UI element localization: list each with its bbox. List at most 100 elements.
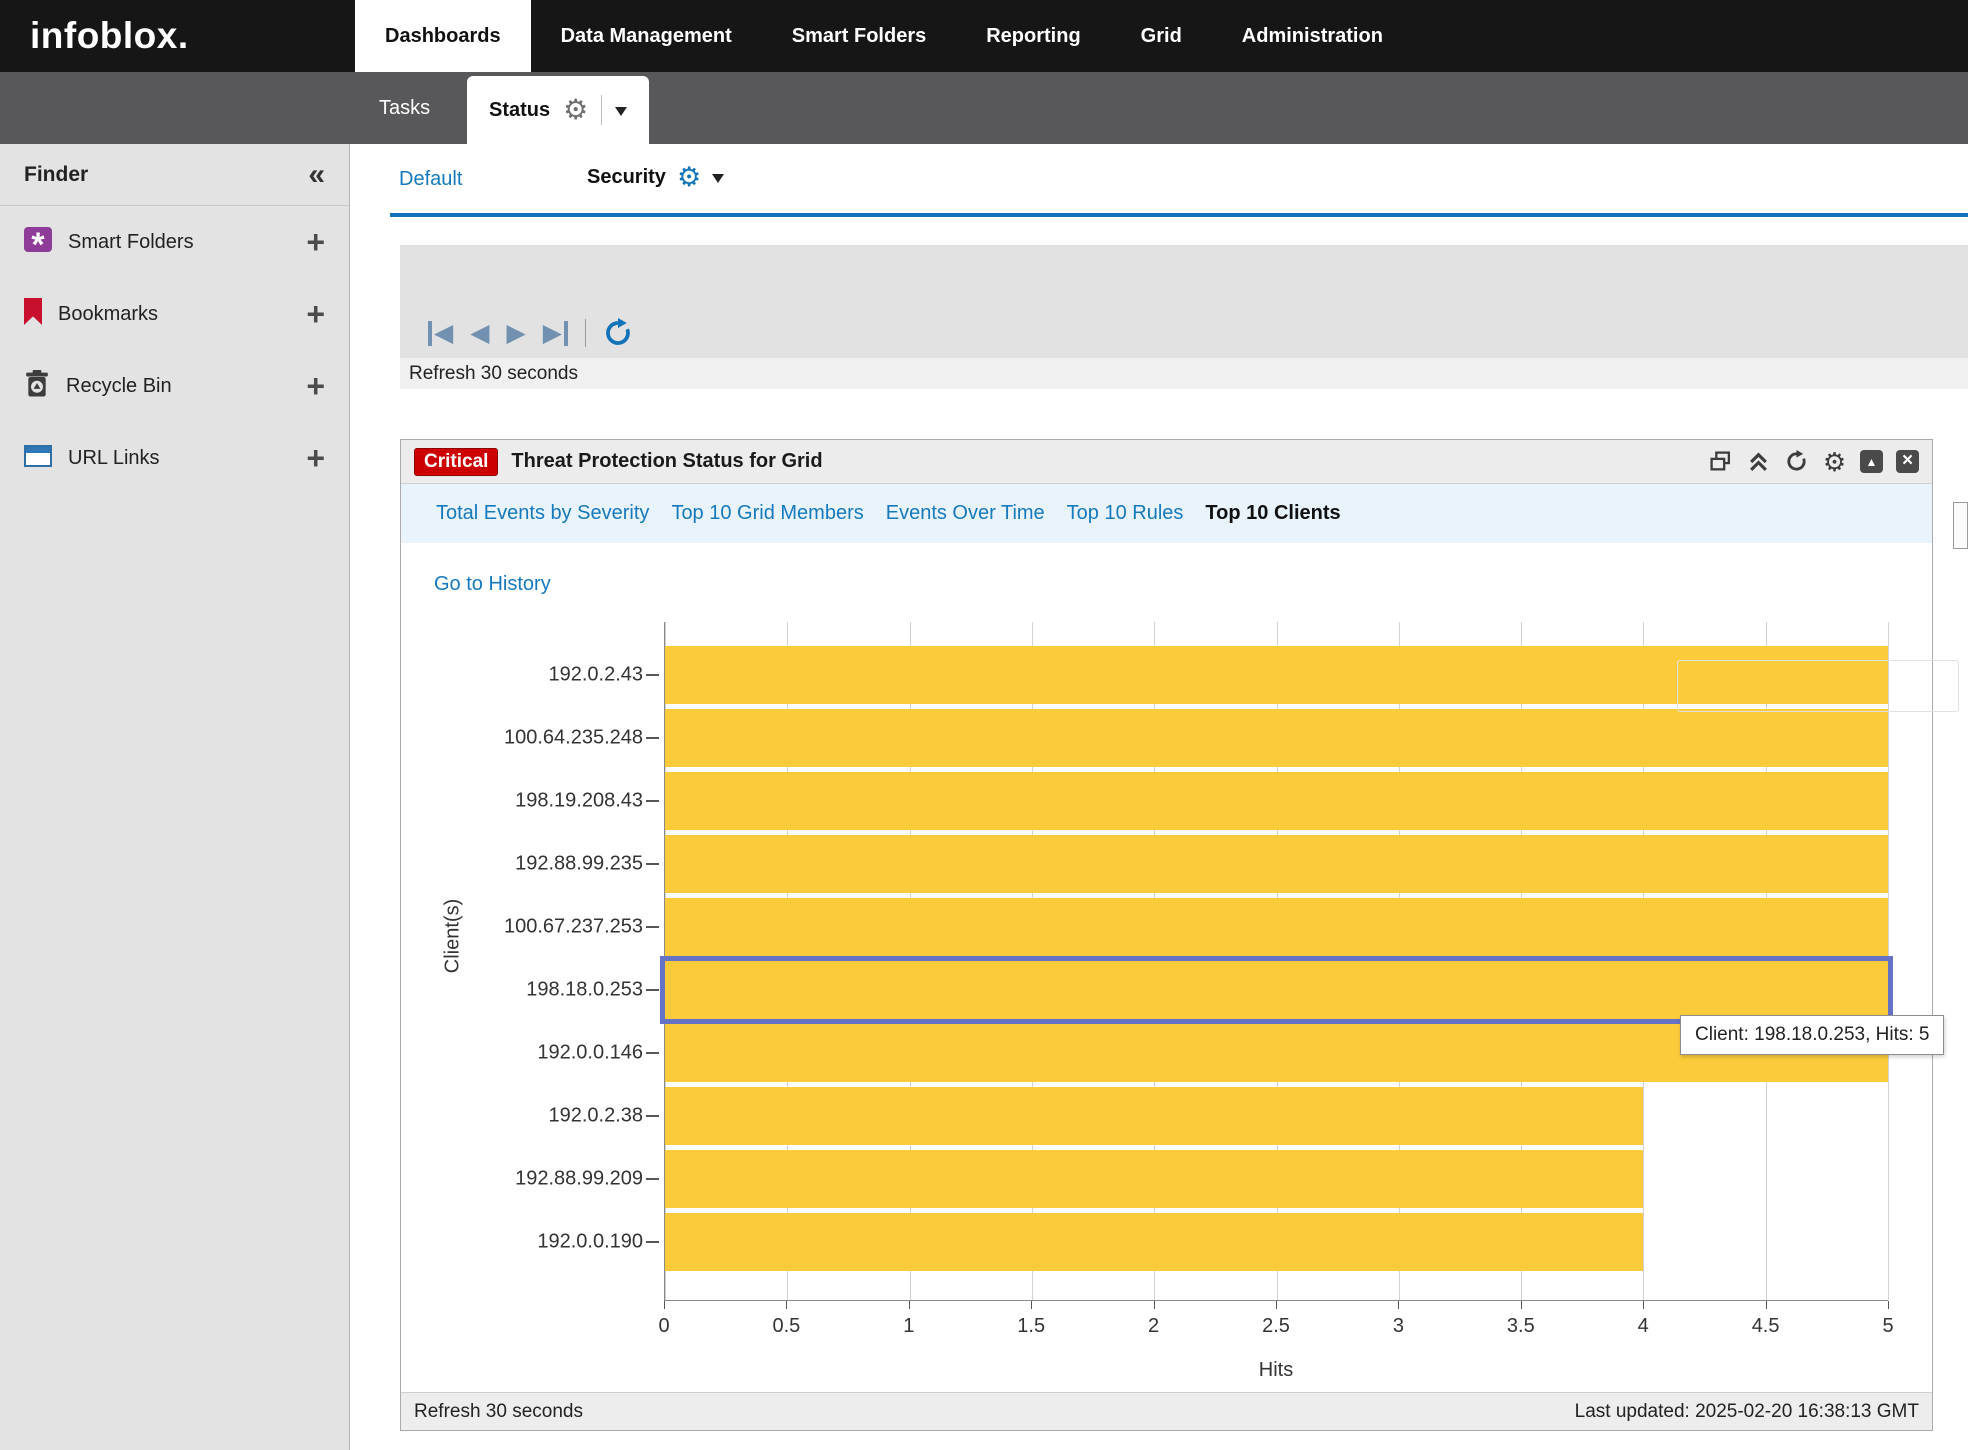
x-tick-label: 5: [1882, 1315, 1893, 1338]
widget-tab-top-10-clients[interactable]: Top 10 Clients: [1205, 502, 1340, 525]
status-tab-label: Status: [489, 99, 550, 122]
url-links-icon: [24, 445, 52, 472]
go-to-history-link[interactable]: Go to History: [434, 573, 551, 596]
y-axis-label: 198.19.208.43: [515, 789, 643, 812]
tab-security[interactable]: Security: [587, 164, 724, 191]
bar-100-67-237-253[interactable]: [665, 898, 1888, 956]
collapse-sidebar-icon[interactable]: [308, 158, 325, 192]
x-axis: 00.511.522.533.544.55: [664, 1301, 1888, 1353]
top-nav: infoblox. DashboardsData ManagementSmart…: [0, 0, 1968, 72]
infoblox-logo: infoblox.: [30, 0, 189, 72]
bar-198-19-208-43[interactable]: [665, 772, 1888, 830]
tab-default[interactable]: Default: [399, 168, 462, 191]
finder-sidebar: Finder Smart Folders Bookmarks Recycle Bin…: [0, 144, 350, 1450]
y-tick-mark: [646, 1241, 659, 1243]
nav-tasks[interactable]: Tasks: [379, 72, 430, 144]
chart-row: 198.19.208.43: [665, 769, 1888, 832]
ghost-tooltip-outline: [1677, 660, 1959, 712]
nav-status-tab[interactable]: Status: [467, 76, 649, 144]
chart-row: 192.88.99.235: [665, 832, 1888, 895]
widget-tab-total-events-by-severity[interactable]: Total Events by Severity: [436, 502, 649, 525]
close-widget-icon[interactable]: [1896, 450, 1919, 473]
sidebar-item-bookmarks[interactable]: Bookmarks: [0, 278, 349, 350]
restore-icon[interactable]: [1708, 449, 1733, 474]
gear-icon[interactable]: [1822, 449, 1847, 474]
x-tick-mark: [1276, 1301, 1277, 1309]
x-tick-mark: [786, 1301, 787, 1309]
smart-folders-icon: [24, 227, 52, 257]
refresh-icon[interactable]: [1784, 449, 1809, 474]
y-tick-mark: [646, 800, 659, 802]
refresh-interval-text: Refresh 30 seconds: [400, 358, 1968, 389]
x-tick-label: 3: [1393, 1315, 1404, 1338]
previous-page-icon[interactable]: [470, 321, 489, 346]
y-tick-mark: [646, 863, 659, 865]
bar-tooltip: Client: 198.18.0.253, Hits: 5: [1680, 1015, 1944, 1055]
bar-192-0-2-38[interactable]: [665, 1087, 1643, 1145]
pager-icons: [428, 318, 633, 348]
x-tick-label: 0: [658, 1315, 669, 1338]
top-nav-administration[interactable]: Administration: [1212, 0, 1413, 72]
pager-toolbar: Refresh 30 seconds: [400, 245, 1968, 389]
next-page-icon[interactable]: [506, 321, 525, 346]
add-url-links-button[interactable]: [306, 440, 325, 477]
last-page-icon[interactable]: [543, 321, 568, 346]
active-tab-underline: [390, 213, 1968, 217]
top-nav-grid[interactable]: Grid: [1111, 0, 1212, 72]
add-bookmarks-button[interactable]: [306, 296, 325, 333]
x-tick-mark: [664, 1301, 665, 1309]
sidebar-item-url-links[interactable]: URL Links: [0, 422, 349, 494]
bar-198-18-0-253[interactable]: [665, 961, 1888, 1019]
widget-tab-top-10-grid-members[interactable]: Top 10 Grid Members: [671, 502, 863, 525]
chevron-down-icon[interactable]: [615, 107, 627, 122]
sidebar-item-smart-folders[interactable]: Smart Folders: [0, 206, 349, 278]
x-tick-mark: [1031, 1301, 1032, 1309]
top-nav-reporting[interactable]: Reporting: [956, 0, 1110, 72]
finder-header: Finder: [0, 144, 349, 206]
top-nav-items: DashboardsData ManagementSmart FoldersRe…: [355, 0, 1413, 72]
bar-192-88-99-235[interactable]: [665, 835, 1888, 893]
recycle-bin-icon: [24, 369, 50, 403]
collapse-all-icon[interactable]: [1746, 449, 1771, 474]
refresh-icon[interactable]: [603, 318, 633, 348]
x-tick-label: 2: [1148, 1315, 1159, 1338]
widget-tab-top-10-rules[interactable]: Top 10 Rules: [1067, 502, 1184, 525]
sidebar-item-label: Recycle Bin: [66, 375, 290, 398]
add-smart-folders-button[interactable]: [306, 224, 325, 261]
divider: [601, 95, 602, 125]
chart-row: 192.0.0.190: [665, 1211, 1888, 1274]
chevron-down-icon[interactable]: [712, 174, 724, 189]
x-tick-label: 4.5: [1752, 1315, 1780, 1338]
sidebar-item-label: Smart Folders: [68, 231, 290, 254]
top-nav-smart-folders[interactable]: Smart Folders: [762, 0, 956, 72]
bar-100-64-235-248[interactable]: [665, 709, 1888, 767]
y-axis-label: 192.0.2.43: [548, 663, 643, 686]
gear-icon[interactable]: [563, 96, 588, 124]
widget-controls: [1708, 449, 1919, 474]
x-tick-mark: [1154, 1301, 1155, 1309]
top-nav-data-management[interactable]: Data Management: [531, 0, 762, 72]
bar-192-88-99-209[interactable]: [665, 1150, 1643, 1208]
chart-row: 192.88.99.209: [665, 1148, 1888, 1211]
y-tick-mark: [646, 1115, 659, 1117]
sidebar-item-recycle-bin[interactable]: Recycle Bin: [0, 350, 349, 422]
finder-items: Smart Folders Bookmarks Recycle Bin URL Lin…: [0, 206, 349, 494]
gear-icon[interactable]: [677, 164, 701, 191]
bars-area: 192.0.2.43100.64.235.248198.19.208.43192…: [665, 643, 1888, 1274]
x-tick-label: 1: [903, 1315, 914, 1338]
severity-badge: Critical: [414, 448, 498, 476]
x-tick-mark: [1398, 1301, 1399, 1309]
add-recycle-bin-button[interactable]: [306, 368, 325, 405]
top-nav-dashboards[interactable]: Dashboards: [355, 0, 531, 72]
first-page-icon[interactable]: [428, 321, 453, 346]
chart-row: 100.64.235.248: [665, 706, 1888, 769]
y-axis-label: 192.0.0.146: [537, 1042, 643, 1065]
scrollbar[interactable]: [1953, 502, 1968, 549]
y-tick-mark: [646, 1052, 659, 1054]
widget-title: Threat Protection Status for Grid: [511, 450, 1695, 473]
collapse-widget-icon[interactable]: [1860, 450, 1883, 473]
bar-192-0-0-190[interactable]: [665, 1213, 1643, 1271]
bookmark-icon: [24, 298, 42, 330]
widget-tab-events-over-time[interactable]: Events Over Time: [886, 502, 1045, 525]
x-tick-label: 2.5: [1262, 1315, 1290, 1338]
